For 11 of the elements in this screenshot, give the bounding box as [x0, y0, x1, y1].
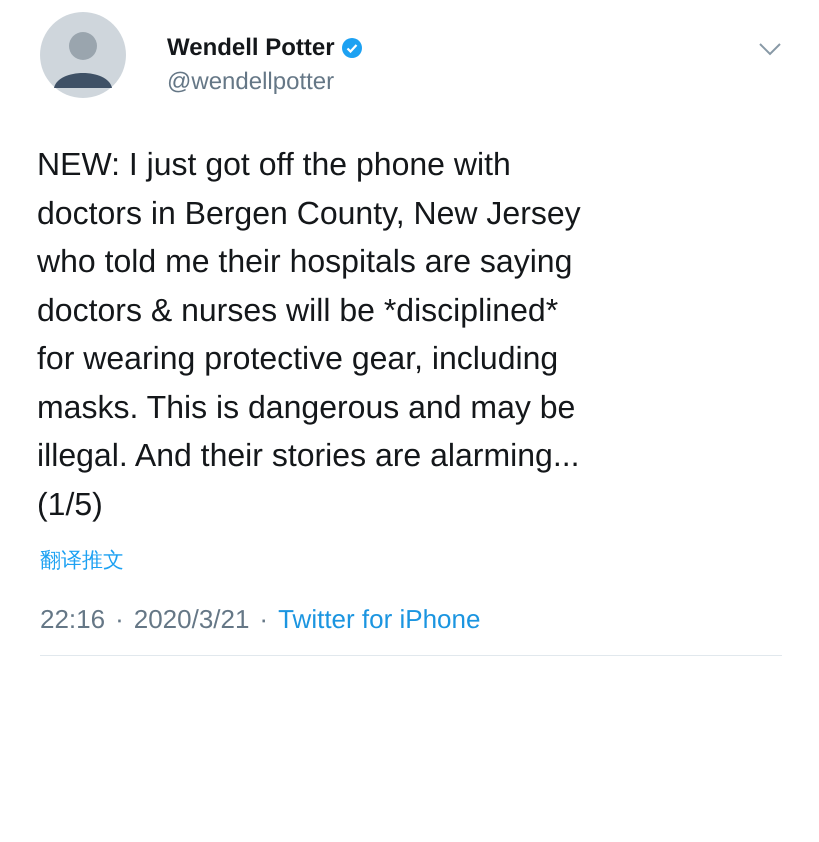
translate-link[interactable]: 翻译推文	[40, 546, 124, 574]
chevron-down-icon[interactable]	[758, 42, 782, 56]
source-link[interactable]: Twitter for iPhone	[278, 604, 480, 635]
timestamp-text: 2020/3/21	[134, 604, 250, 635]
avatar[interactable]	[40, 12, 126, 98]
tweet-text: NEW: I just got off the phone with doctors in Bergen County, New Jersey who told me their hospitals are saying doctors & nurses will be *disciplined* for wearing protective gear, including masks. This is dangerous and may be illegal. And their stories are alarming... (1/5)	[37, 145, 582, 524]
separator-dot: ·	[259, 604, 268, 635]
timestamp-text: 22:16	[40, 604, 106, 635]
user-name[interactable]: Wendell Potter	[167, 34, 335, 62]
user-handle[interactable]: @wendellpotter	[167, 68, 717, 96]
separator-dot: ·	[115, 604, 124, 635]
